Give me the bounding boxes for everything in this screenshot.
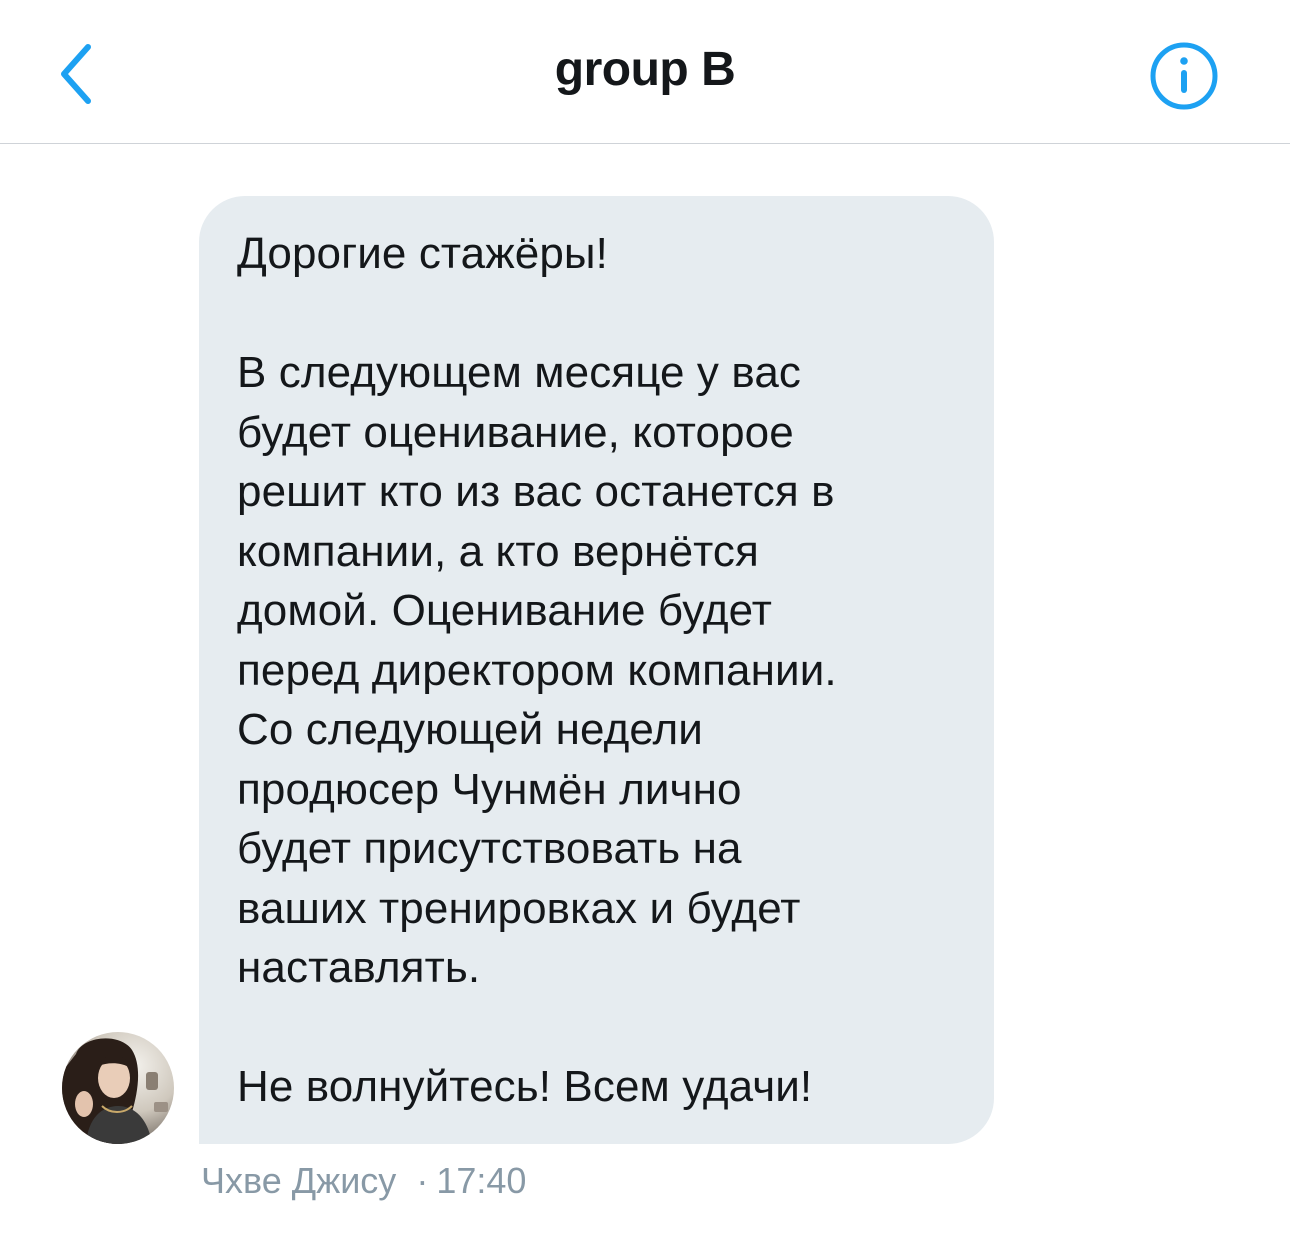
info-circle-icon xyxy=(1150,42,1218,110)
avatar-photo xyxy=(62,1032,174,1144)
sender-avatar[interactable] xyxy=(62,1032,174,1144)
conversation-header: group B xyxy=(0,0,1290,144)
meta-separator: · xyxy=(416,1160,429,1201)
message-time: 17:40 xyxy=(436,1160,527,1201)
message-text: Дорогие стажёры! В следующем месяце у ва… xyxy=(237,229,837,1111)
message-meta: Чхве Джису · 17:40 xyxy=(201,1160,526,1202)
message-bubble[interactable]: Дорогие стажёры! В следующем месяце у ва… xyxy=(199,196,994,1144)
info-button[interactable] xyxy=(1146,38,1222,114)
sender-name[interactable]: Чхве Джису xyxy=(201,1160,396,1201)
conversation-title: group B xyxy=(554,43,736,96)
dm-conversation-screen: group B Дорогие стажёры! В следующем мес… xyxy=(0,0,1290,1234)
